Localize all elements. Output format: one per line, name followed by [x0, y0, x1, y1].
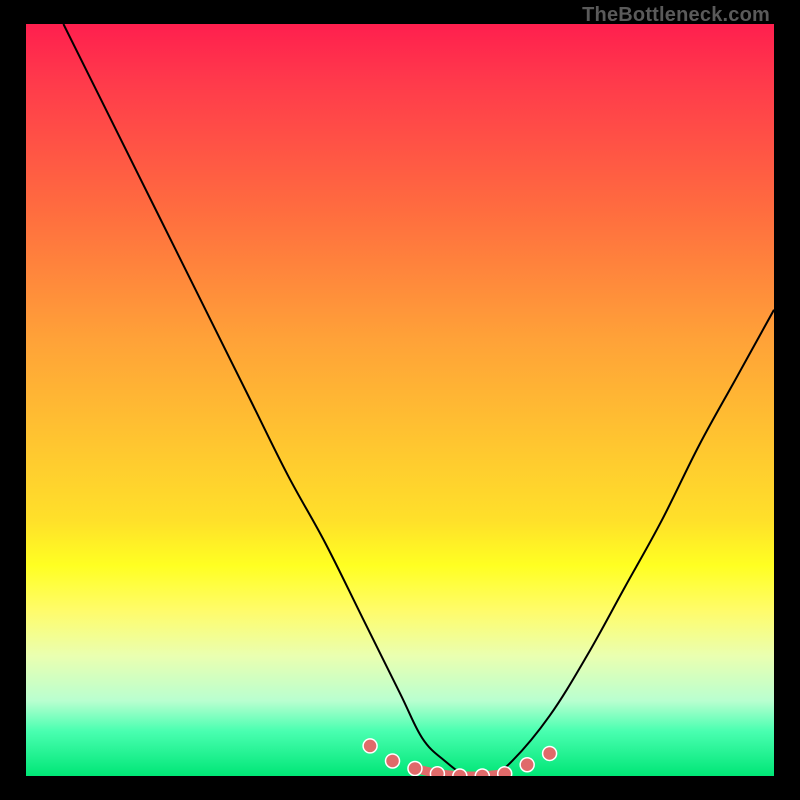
marker-point: [543, 746, 557, 760]
marker-point: [363, 739, 377, 753]
marker-point: [498, 767, 512, 776]
marker-point: [386, 754, 400, 768]
bottleneck-curve: [63, 24, 774, 776]
marker-point: [408, 761, 422, 775]
marker-point: [430, 767, 444, 776]
chart-svg: [26, 24, 774, 776]
marker-point: [475, 769, 489, 776]
marker-point: [453, 769, 467, 776]
marker-point: [520, 758, 534, 772]
attribution-label: TheBottleneck.com: [582, 4, 770, 27]
chart-frame: [26, 24, 774, 776]
